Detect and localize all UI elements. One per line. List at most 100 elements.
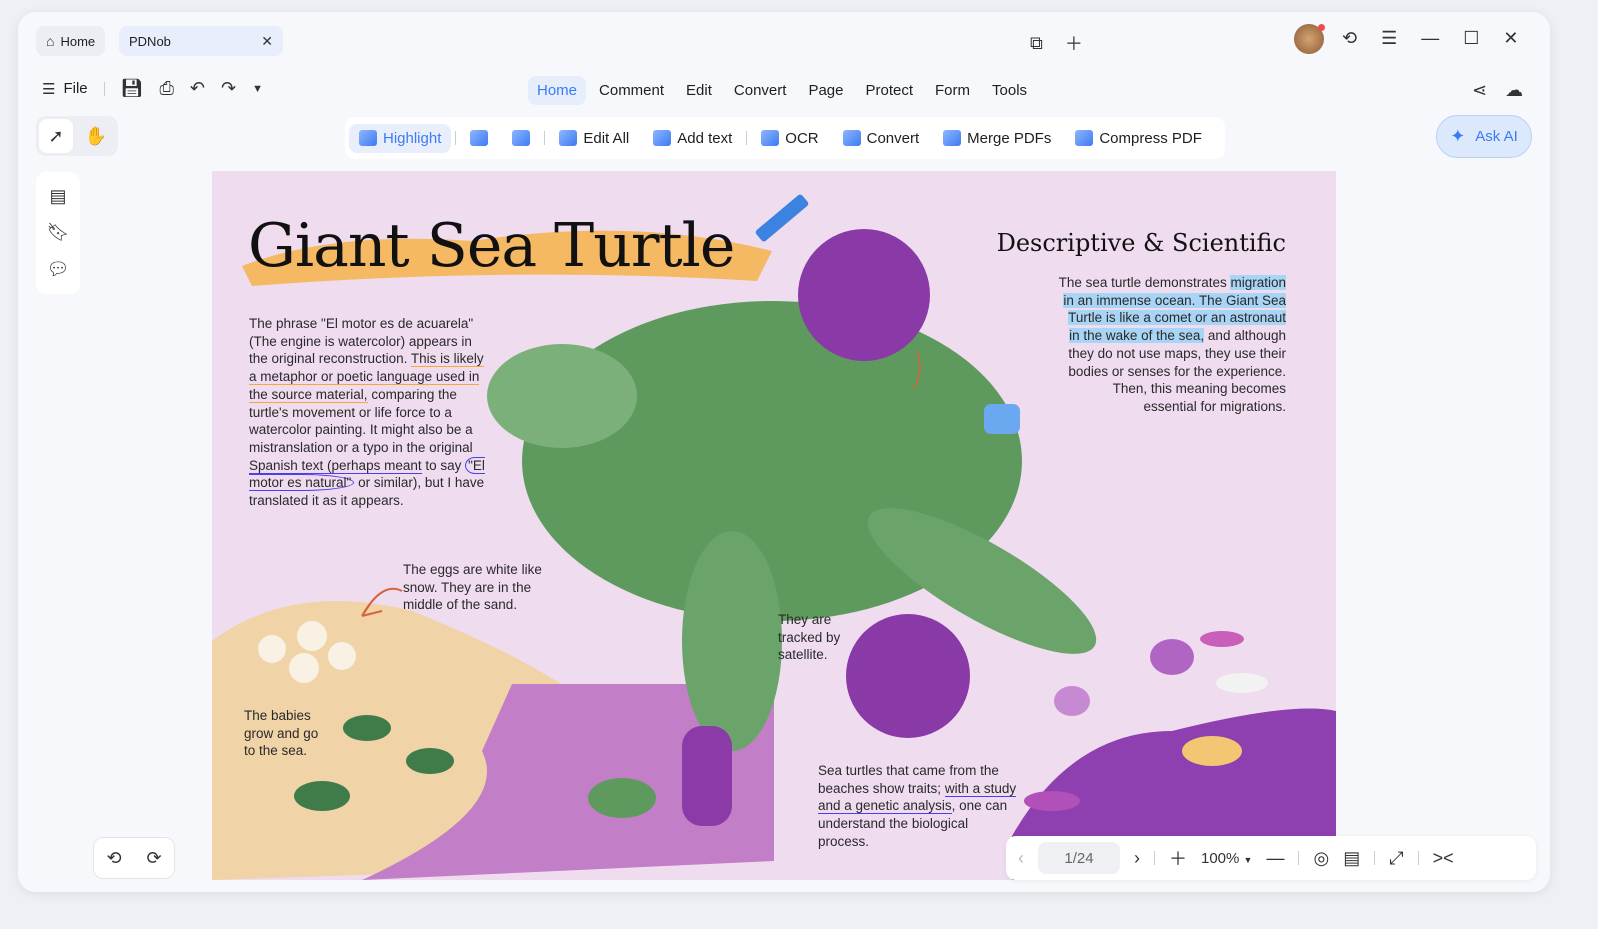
divider — [103, 81, 105, 96]
egg — [289, 653, 319, 683]
menu-page[interactable]: Page — [799, 76, 852, 105]
tab-home[interactable]: ⌂ Home — [36, 26, 106, 56]
jellyfish — [1150, 639, 1194, 675]
egg — [328, 642, 356, 670]
menu-comment[interactable]: Comment — [590, 76, 673, 105]
ocr-button[interactable]: OCR — [751, 124, 828, 153]
page-navigation-bar: ‹ 1/24 › ＋ 100% ▼ — ◎ ▤ ⤢ >< — [1006, 836, 1536, 880]
researcher-figure — [682, 726, 732, 826]
divider — [1154, 851, 1155, 865]
rotate-right-icon[interactable]: ⟳ — [146, 848, 161, 869]
hand-tool-icon[interactable]: ✋ — [79, 119, 113, 153]
menu-tools[interactable]: Tools — [983, 76, 1036, 105]
fish — [1216, 673, 1268, 693]
close-tab-icon[interactable]: ✕ — [261, 33, 273, 50]
text: The sea turtle demonstrates — [1058, 275, 1231, 290]
print-icon[interactable]: ⎙ — [159, 78, 173, 99]
menu-icon[interactable]: ☰ — [1381, 28, 1397, 49]
ai-sparkle-icon: ✦ — [1450, 126, 1466, 146]
add-text-button[interactable]: Add text — [643, 124, 742, 153]
underline-tool-button[interactable] — [460, 124, 498, 152]
home-icon: ⌂ — [46, 33, 55, 49]
baby-turtle — [406, 748, 454, 774]
select-cursor-icon[interactable]: ➚ — [39, 119, 73, 153]
previous-page-icon[interactable]: ‹ — [1018, 848, 1024, 869]
ask-ai-button[interactable]: ✦ Ask AI — [1436, 115, 1532, 158]
egg — [258, 635, 286, 663]
eggs-caption: The eggs are white like snow. They are i… — [403, 562, 542, 613]
redo-icon[interactable]: ↷ — [221, 78, 236, 99]
turtle-front-flipper — [682, 531, 782, 751]
compress-pdf-button[interactable]: Compress PDF — [1065, 124, 1212, 153]
collapse-bar-icon[interactable]: >< — [1433, 848, 1454, 869]
zoom-out-icon[interactable]: — — [1266, 848, 1284, 869]
page-number-input[interactable]: 1/24 — [1038, 842, 1120, 874]
page-layout-icon[interactable]: ▤ — [1343, 848, 1360, 869]
save-icon[interactable]: 💾︎ — [121, 78, 144, 99]
zoom-level-dropdown[interactable]: 100% ▼ — [1201, 850, 1252, 867]
more-dropdown-icon[interactable]: ▼ — [252, 83, 263, 95]
underlined-text: Spanish text (perhaps meant — [249, 457, 422, 474]
turtle-on-beach — [588, 778, 656, 818]
fish — [1182, 736, 1242, 766]
fullscreen-icon[interactable]: ⤢ — [1389, 848, 1403, 869]
bookmark-icon[interactable]: 🔖︎ — [47, 222, 70, 243]
minimize-icon[interactable]: — — [1421, 28, 1439, 49]
thumbnails-icon[interactable]: ▤ — [49, 186, 66, 207]
divider — [1298, 851, 1300, 865]
zoom-level: 100% — [1201, 849, 1240, 867]
merge-pdfs-button[interactable]: Merge PDFs — [933, 124, 1061, 153]
baby-turtle — [294, 781, 350, 811]
next-page-icon[interactable]: › — [1134, 848, 1140, 869]
jellyfish — [1054, 686, 1090, 716]
section-heading: Descriptive & Scientific — [996, 229, 1286, 257]
edit-document-icon — [559, 130, 578, 146]
comment-note-icon — [984, 404, 1020, 434]
tool-ribbon: Highlight Edit All Add text OCR Convert … — [345, 117, 1225, 159]
zoom-in-icon[interactable]: ＋ — [1169, 845, 1187, 871]
menu-protect[interactable]: Protect — [856, 76, 922, 105]
divider — [455, 131, 457, 145]
egg — [297, 621, 327, 651]
edit-all-button[interactable]: Edit All — [549, 124, 639, 153]
comments-icon[interactable]: 💬︎ — [47, 259, 70, 280]
convert-button[interactable]: Convert — [833, 124, 930, 153]
fish — [1024, 791, 1080, 811]
divider — [746, 131, 748, 145]
file-label: File — [63, 80, 88, 97]
pdf-page: Giant Sea Turtle The phrase "El motor es… — [212, 171, 1336, 880]
add-tab-icon[interactable]: ＋ — [1065, 30, 1083, 56]
ocr-label: OCR — [785, 129, 819, 147]
eraser-tool-button[interactable] — [502, 124, 540, 152]
tab-home-label: Home — [60, 33, 96, 49]
maximize-icon[interactable]: ☐ — [1463, 28, 1479, 49]
support-icon[interactable]: ⟲ — [1342, 28, 1357, 49]
convert-label: Convert — [866, 129, 920, 147]
menu-form[interactable]: Form — [926, 76, 979, 105]
text: to say — [421, 457, 466, 473]
genetics-paragraph: Sea turtles that came from the beaches s… — [818, 762, 1018, 851]
cloud-upload-icon[interactable]: ☁ — [1505, 80, 1523, 101]
rotate-left-icon[interactable]: ⟲ — [106, 848, 121, 869]
tracked-turtle-circle — [846, 614, 970, 738]
file-menu[interactable]: ☰ File — [42, 80, 88, 98]
menu-convert[interactable]: Convert — [725, 76, 796, 105]
add-text-label: Add text — [677, 129, 733, 147]
menu-edit[interactable]: Edit — [677, 76, 721, 105]
tab-document[interactable]: PDNob ✕ — [119, 26, 283, 56]
view-mode-icon[interactable]: ◎ — [1313, 848, 1329, 869]
highlight-button[interactable]: Highlight — [349, 123, 452, 153]
left-sidebar: ▤ 🔖︎ 💬︎ — [36, 172, 80, 294]
wavy-underline-icon — [470, 130, 489, 146]
hamburger-icon: ☰ — [42, 80, 56, 98]
document-title: Giant Sea Turtle — [248, 211, 735, 281]
notification-dot — [1318, 24, 1325, 31]
new-window-icon[interactable]: ⧉ — [1030, 30, 1043, 56]
share-icon[interactable]: ⋖ — [1472, 80, 1487, 101]
undo-icon[interactable]: ↶ — [190, 78, 205, 99]
satellite-turtle-circle — [798, 229, 930, 361]
edit-all-label: Edit All — [583, 129, 630, 147]
scientific-paragraph: The sea turtle demonstrates migration in… — [1056, 274, 1286, 416]
menu-home[interactable]: Home — [528, 75, 587, 105]
close-window-icon[interactable]: ✕ — [1503, 28, 1518, 49]
